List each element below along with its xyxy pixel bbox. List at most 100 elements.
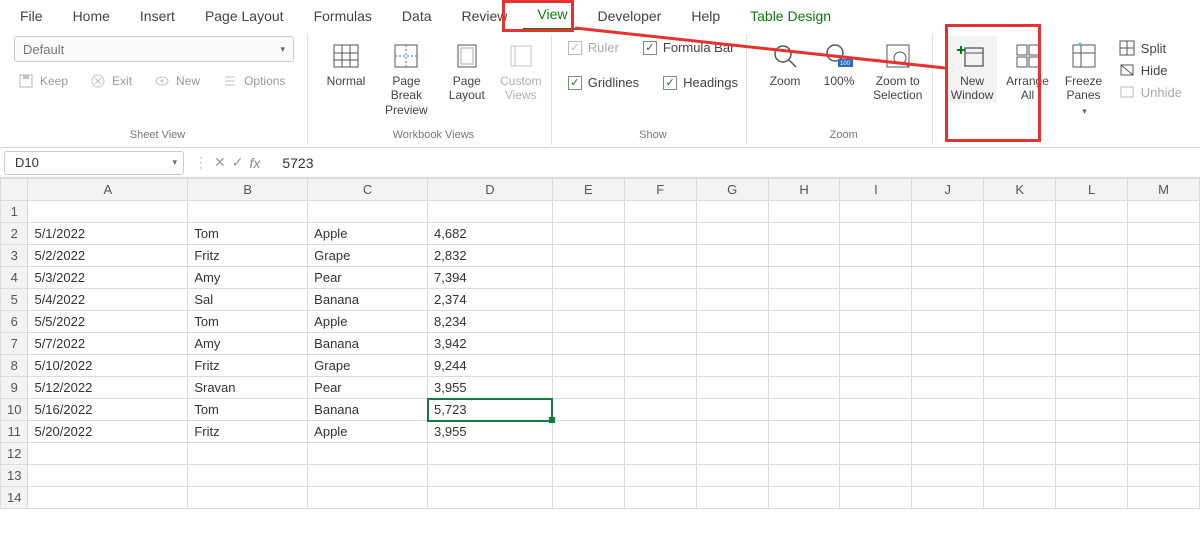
cell[interactable] xyxy=(840,267,912,289)
cell[interactable] xyxy=(552,443,624,465)
cell[interactable]: 8,234 xyxy=(428,311,553,333)
cell[interactable] xyxy=(912,267,984,289)
chk-formulabar[interactable]: ✓ Formula Bar xyxy=(641,36,737,59)
cell[interactable]: 5/2/2022 xyxy=(28,245,188,267)
cell[interactable] xyxy=(1128,289,1200,311)
cell[interactable] xyxy=(624,421,696,443)
col-header-J[interactable]: J xyxy=(912,179,984,201)
cell[interactable] xyxy=(696,289,768,311)
cell[interactable] xyxy=(1128,399,1200,421)
cell[interactable]: 7,394 xyxy=(428,267,553,289)
row-header-13[interactable]: 13 xyxy=(1,465,28,487)
sheetview-keep[interactable]: Keep xyxy=(14,70,72,92)
cell[interactable] xyxy=(1056,245,1128,267)
cell[interactable] xyxy=(1056,443,1128,465)
btn-pagebreak-preview[interactable]: Page Break Preview xyxy=(376,36,437,117)
row-header-9[interactable]: 9 xyxy=(1,377,28,399)
cell[interactable] xyxy=(768,333,840,355)
tab-developer[interactable]: Developer xyxy=(584,4,676,30)
cell[interactable]: 5/16/2022 xyxy=(28,399,188,421)
row-header-12[interactable]: 12 xyxy=(1,443,28,465)
col-header-H[interactable]: H xyxy=(768,179,840,201)
cell[interactable]: Fritz xyxy=(188,245,308,267)
cell[interactable] xyxy=(768,289,840,311)
cell[interactable] xyxy=(1056,333,1128,355)
cell[interactable] xyxy=(624,355,696,377)
cell[interactable]: Tom xyxy=(188,399,308,421)
cell[interactable]: Tom xyxy=(188,223,308,245)
cell[interactable] xyxy=(624,399,696,421)
cell[interactable] xyxy=(1056,421,1128,443)
cell[interactable]: 3,942 xyxy=(428,333,553,355)
cell[interactable] xyxy=(1056,487,1128,509)
cell[interactable]: 3,955 xyxy=(428,421,553,443)
cell[interactable] xyxy=(984,443,1056,465)
cell[interactable]: Sravan xyxy=(188,377,308,399)
cell[interactable] xyxy=(768,311,840,333)
btn-arrange-all[interactable]: Arrange All xyxy=(1003,36,1052,103)
cell[interactable] xyxy=(696,223,768,245)
table-header-cell[interactable]: Product xyxy=(308,201,428,223)
cell[interactable] xyxy=(912,421,984,443)
cell[interactable] xyxy=(984,377,1056,399)
name-box[interactable]: D10 ▾ xyxy=(4,151,184,175)
cell[interactable] xyxy=(912,377,984,399)
cell[interactable] xyxy=(308,465,428,487)
tab-formulas[interactable]: Formulas xyxy=(300,4,386,30)
row-header-14[interactable]: 14 xyxy=(1,487,28,509)
cell[interactable]: 5/5/2022 xyxy=(28,311,188,333)
sheetview-exit[interactable]: Exit xyxy=(86,70,136,92)
cell[interactable] xyxy=(768,443,840,465)
spreadsheet-grid[interactable]: ABCDEFGHIJKLM1Transaction DateSales RepP… xyxy=(0,178,1200,509)
cell[interactable]: Fritz xyxy=(188,355,308,377)
cell[interactable] xyxy=(912,245,984,267)
cell[interactable] xyxy=(696,267,768,289)
cell[interactable] xyxy=(984,421,1056,443)
cell[interactable]: Banana xyxy=(308,333,428,355)
cell[interactable] xyxy=(624,311,696,333)
cell[interactable] xyxy=(1056,355,1128,377)
cell[interactable]: Pear xyxy=(308,267,428,289)
cell[interactable]: Banana xyxy=(308,399,428,421)
cell[interactable]: 5/12/2022 xyxy=(28,377,188,399)
cell[interactable] xyxy=(1128,333,1200,355)
cell[interactable]: Grape xyxy=(308,245,428,267)
cell[interactable]: Pear xyxy=(308,377,428,399)
cell[interactable]: Apple xyxy=(308,311,428,333)
cell[interactable]: 5/20/2022 xyxy=(28,421,188,443)
cell[interactable] xyxy=(984,223,1056,245)
cell[interactable]: 5,723 xyxy=(428,399,553,421)
cell[interactable]: 5/1/2022 xyxy=(28,223,188,245)
cell[interactable] xyxy=(1056,289,1128,311)
cell[interactable]: Amy xyxy=(188,333,308,355)
tab-tabledesign[interactable]: Table Design xyxy=(736,4,845,30)
tab-review[interactable]: Review xyxy=(448,4,522,30)
cell[interactable]: 4,682 xyxy=(428,223,553,245)
cell[interactable] xyxy=(624,201,696,223)
cell[interactable] xyxy=(696,311,768,333)
col-header-I[interactable]: I xyxy=(840,179,912,201)
cell[interactable]: 5/7/2022 xyxy=(28,333,188,355)
cell[interactable]: Banana xyxy=(308,289,428,311)
cell[interactable] xyxy=(840,201,912,223)
cell[interactable] xyxy=(1056,465,1128,487)
cell[interactable] xyxy=(984,333,1056,355)
col-header-M[interactable]: M xyxy=(1128,179,1200,201)
cell[interactable] xyxy=(28,465,188,487)
cell[interactable]: 2,374 xyxy=(428,289,553,311)
col-header-G[interactable]: G xyxy=(696,179,768,201)
cell[interactable] xyxy=(188,487,308,509)
btn-zoom[interactable]: Zoom xyxy=(761,36,809,88)
cell[interactable] xyxy=(696,355,768,377)
table-header-cell[interactable]: Amount xyxy=(428,201,553,223)
cell[interactable] xyxy=(840,443,912,465)
cell[interactable] xyxy=(624,267,696,289)
cell[interactable] xyxy=(696,421,768,443)
cell[interactable] xyxy=(840,289,912,311)
cell[interactable] xyxy=(1128,201,1200,223)
col-header-E[interactable]: E xyxy=(552,179,624,201)
cell[interactable] xyxy=(840,355,912,377)
cell[interactable] xyxy=(840,399,912,421)
cell[interactable]: 5/4/2022 xyxy=(28,289,188,311)
cell[interactable] xyxy=(768,399,840,421)
